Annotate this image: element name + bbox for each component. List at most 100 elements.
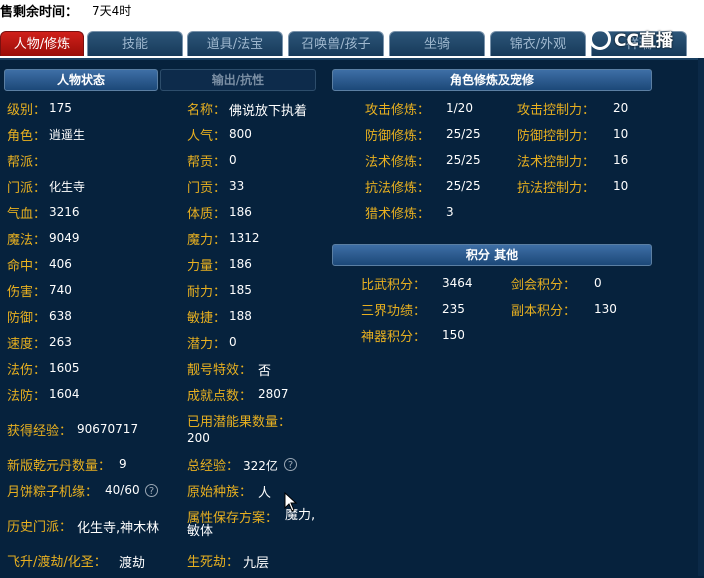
stat-value: 9: [119, 457, 127, 471]
score-value: 3464: [442, 276, 473, 290]
stat-label: 历史门派：: [7, 520, 73, 535]
stat-label: 新版乾元丹数量：: [7, 459, 112, 474]
stat-value: 9049: [49, 231, 80, 245]
tab-outfits[interactable]: 锦衣/外观: [490, 31, 586, 56]
stat-label: 人气：: [187, 129, 227, 144]
control-label: 攻击控制力：: [517, 103, 596, 118]
stat-value: 佛说放下执着: [229, 104, 308, 119]
score-label: 比武积分：: [361, 278, 427, 293]
stat-value: 2807: [258, 387, 289, 401]
cultivation-label: 抗法修炼：: [365, 181, 431, 196]
control-label: 防御控制力：: [517, 129, 596, 144]
stat-value: 175: [49, 101, 72, 115]
remaining-time-label: 售剩余时间：: [0, 5, 79, 20]
scrollbar[interactable]: [698, 58, 704, 576]
stat-label: 魔法：: [7, 233, 47, 248]
stat-label: 力量：: [187, 259, 227, 274]
stat-label: 总经验：: [187, 459, 240, 474]
cc-live-watermark: CC直播: [589, 28, 704, 54]
stat-label: 速度：: [7, 337, 47, 352]
score-value: 130: [594, 302, 617, 316]
stat-label: 潜力：: [187, 337, 227, 352]
stat-value: 200: [187, 431, 210, 445]
stat-value: 90670717: [77, 422, 139, 436]
tab-character-status[interactable]: 人物状态: [4, 69, 158, 91]
stat-label: 体质：: [187, 207, 227, 222]
cultivation-value: 1/20: [446, 101, 473, 115]
watermark-text: CC直播: [614, 31, 673, 51]
help-icon[interactable]: ?: [145, 484, 158, 497]
stat-value: 化生寺: [49, 180, 86, 194]
score-value: 235: [442, 302, 465, 316]
stat-value: 否: [258, 364, 272, 379]
tab-items[interactable]: 道具/法宝: [187, 31, 283, 56]
stat-value: 33: [229, 179, 245, 193]
stat-value: 0: [229, 153, 237, 167]
cultivation-label: 防御修炼：: [365, 129, 431, 144]
stat-label: 成就点数：: [187, 389, 253, 404]
cultivation-value: 25/25: [446, 179, 481, 193]
cultivation-header: 角色修炼及宠修: [332, 69, 652, 91]
cultivation-value: 3: [446, 205, 454, 219]
score-value: 0: [594, 276, 602, 290]
cultivation-label: 攻击修炼：: [365, 103, 431, 118]
stat-value: 263: [49, 335, 72, 349]
stat-label: 法防：: [7, 389, 47, 404]
remaining-time-value: 7天4时: [92, 4, 132, 18]
tab-character[interactable]: 人物/修炼: [0, 31, 84, 56]
stat-label: 防御：: [7, 311, 47, 326]
control-value: 10: [613, 179, 629, 193]
tab-skills[interactable]: 技能: [87, 31, 183, 56]
stat-label: 法伤：: [7, 363, 47, 378]
stat-value: 逍遥生: [49, 128, 86, 142]
stat-label: 级别：: [7, 103, 47, 118]
help-icon[interactable]: ?: [284, 458, 297, 471]
stat-value: 1312: [229, 231, 260, 245]
stat-value: 40/60: [105, 483, 140, 497]
score-header: 积分 其他: [332, 244, 652, 266]
stat-label: 帮贡：: [187, 155, 227, 170]
tab-pets[interactable]: 召唤兽/孩子: [288, 31, 384, 56]
score-label: 神器积分：: [361, 330, 427, 345]
stat-value: 1604: [49, 387, 80, 401]
stat-value: 186: [229, 257, 252, 271]
cultivation-value: 25/25: [446, 127, 481, 141]
cultivation-label: 猎术修炼：: [365, 207, 431, 222]
stat-value: 魔力,敏体: [187, 508, 316, 539]
stat-value: 1605: [49, 361, 80, 375]
stat-value: 化生寺,神木林: [77, 521, 160, 536]
stat-label: 角色：: [7, 129, 47, 144]
main-panel: [0, 58, 704, 578]
stat-label: 飞升/渡劫/化圣：: [7, 555, 107, 570]
control-value: 20: [613, 101, 629, 115]
cultivation-label: 法术修炼：: [365, 155, 431, 170]
score-label: 剑会积分：: [511, 278, 577, 293]
stat-label: 原始种族：: [187, 485, 253, 500]
stat-value: 740: [49, 283, 72, 297]
stat-label: 魔力：: [187, 233, 227, 248]
tab-mounts[interactable]: 坐骑: [389, 31, 485, 56]
stat-label: 靓号特效：: [187, 363, 253, 378]
stat-value: 185: [229, 283, 252, 297]
tab-output-resistance[interactable]: 输出/抗性: [160, 69, 316, 91]
control-label: 法术控制力：: [517, 155, 596, 170]
stat-value: 406: [49, 257, 72, 271]
score-value: 150: [442, 328, 465, 342]
top-bar: 售剩余时间： 7天4时: [0, 0, 704, 26]
stat-value: 188: [229, 309, 252, 323]
stat-label: 门派：: [7, 181, 47, 196]
stat-label: 已用潜能果数量：: [187, 415, 292, 430]
score-label: 三界功绩：: [361, 304, 427, 319]
control-value: 16: [613, 153, 629, 167]
stat-value: 186: [229, 205, 252, 219]
stat-label: 气血：: [7, 207, 47, 222]
stat-value: 0: [229, 335, 237, 349]
stat-label: 耐力：: [187, 285, 227, 300]
stat-label: 门贡：: [187, 181, 227, 196]
stat-label: 获得经验：: [7, 424, 73, 439]
stat-label: 伤害：: [7, 285, 47, 300]
control-value: 10: [613, 127, 629, 141]
stat-label: 敏捷：: [187, 311, 227, 326]
stat-value: 638: [49, 309, 72, 323]
stat-label: 月饼粽子机缘：: [7, 485, 99, 500]
